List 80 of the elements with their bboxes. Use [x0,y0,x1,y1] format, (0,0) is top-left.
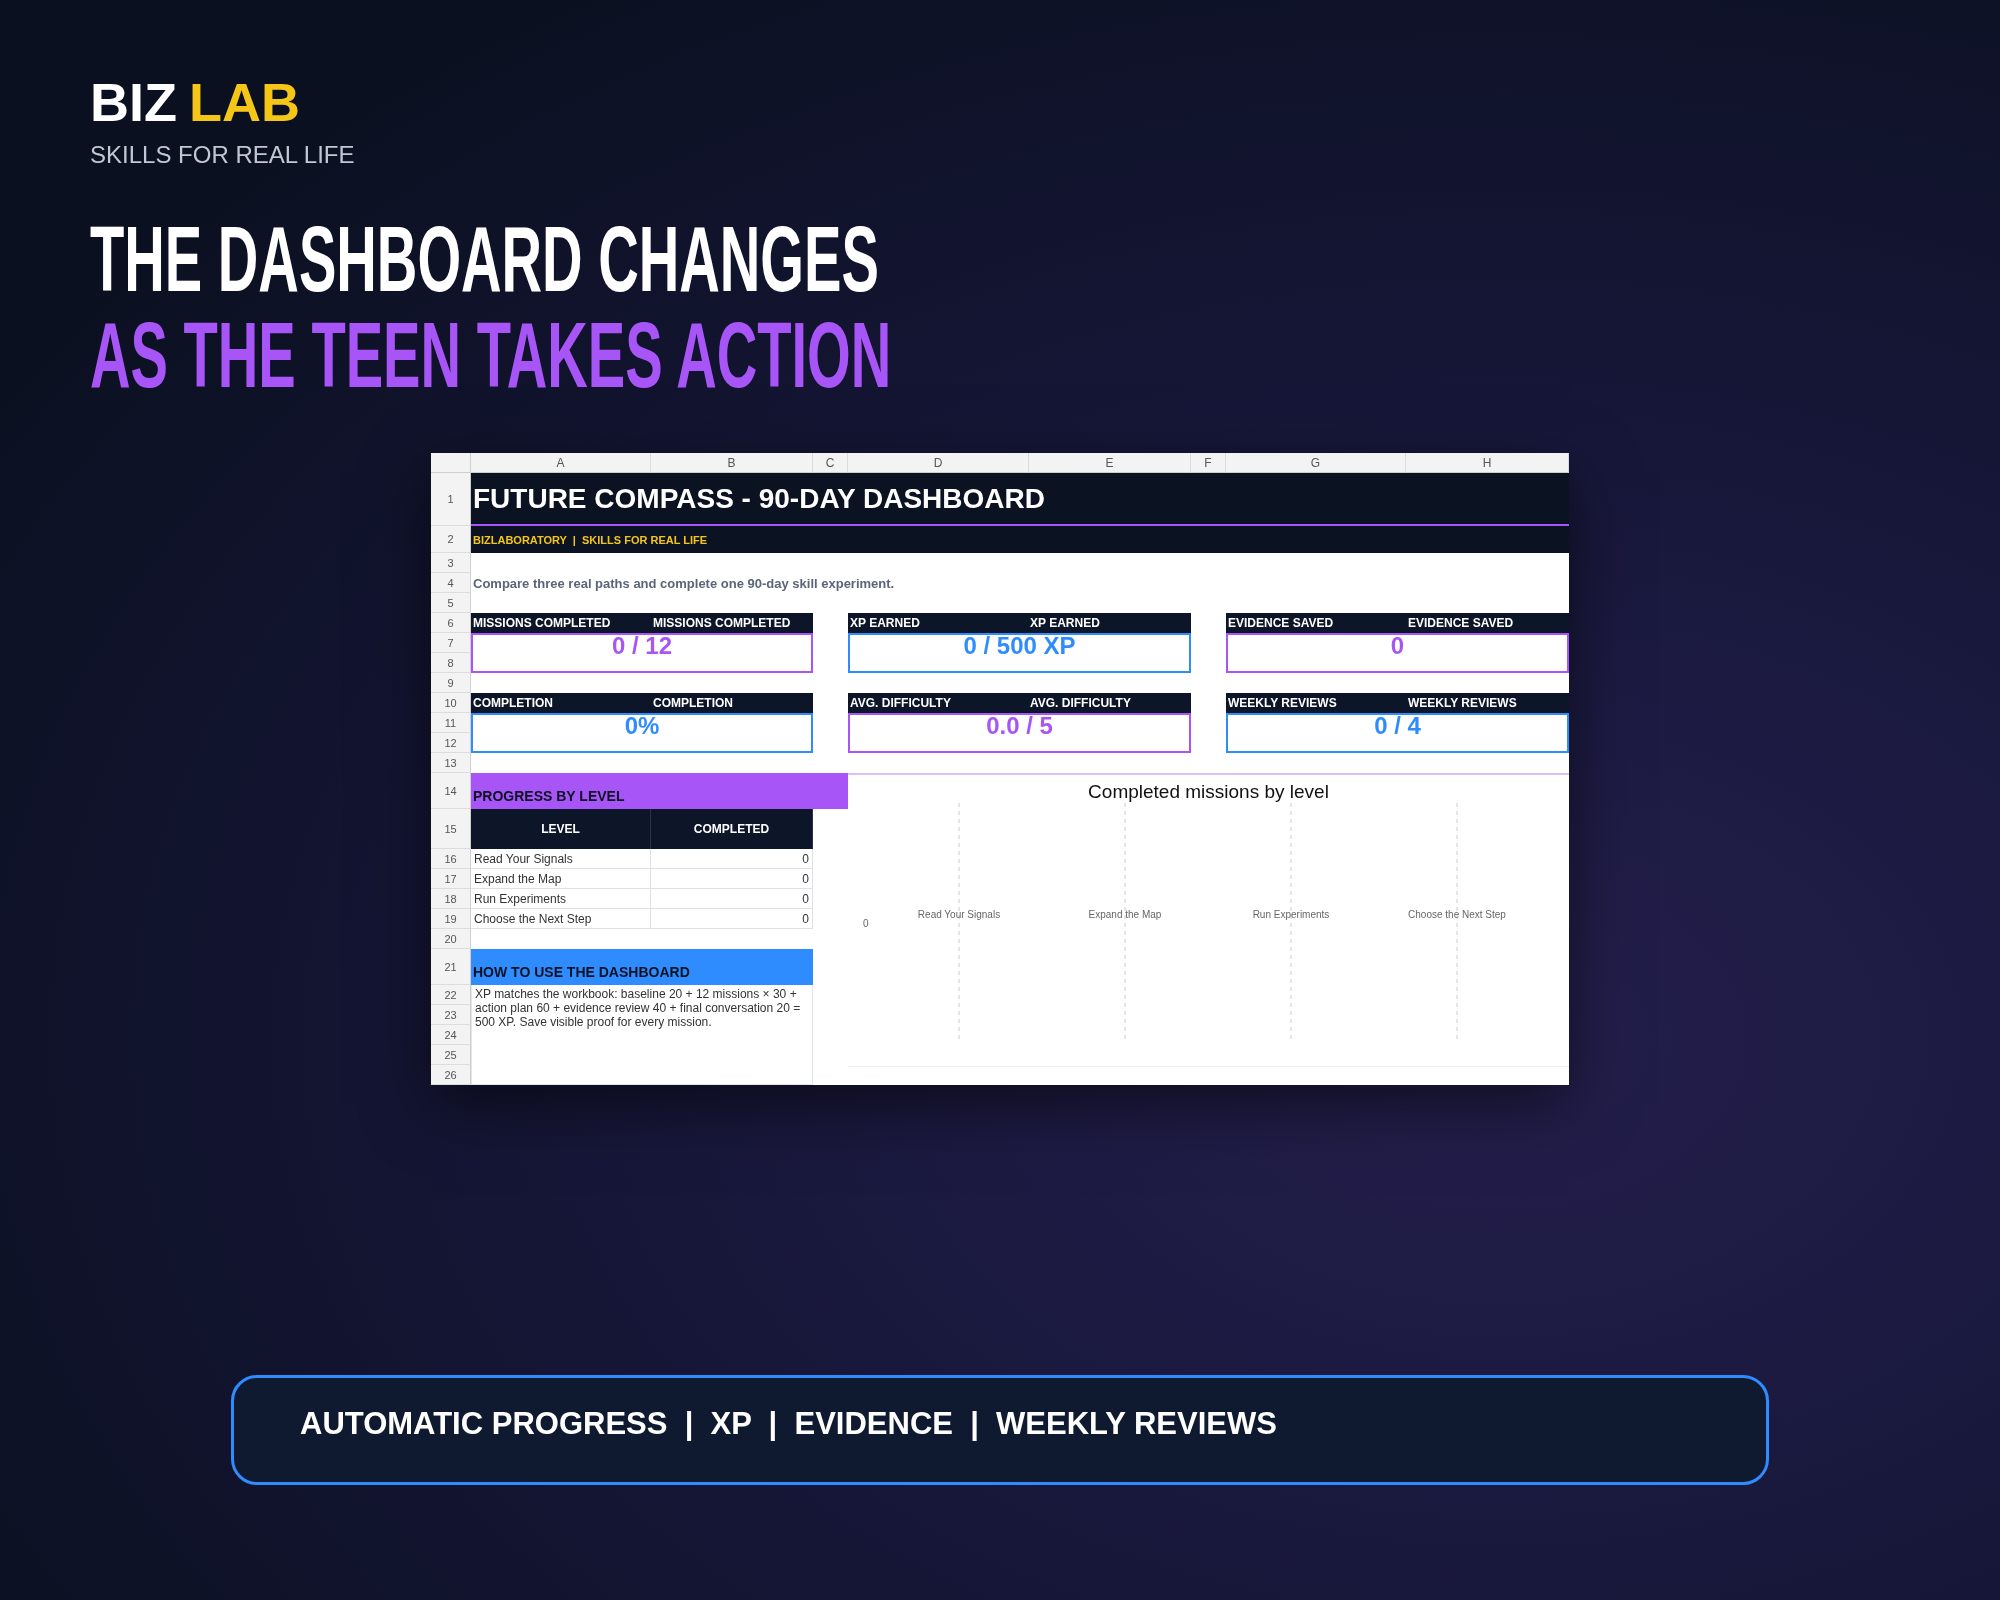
row-number[interactable]: 23 [431,1005,471,1025]
column-header[interactable]: H [1406,453,1569,473]
row-number[interactable]: 4 [431,573,471,593]
row-number[interactable]: 21 [431,949,471,985]
table-cell: Run Experiments [471,889,651,909]
column-header[interactable]: F [1191,453,1226,473]
stat-value: 0% [624,714,660,738]
table-cell: 0 [651,909,813,929]
card-label: COMPLETION [472,696,554,710]
column-header[interactable]: D [848,453,1029,473]
instructions-text: XP matches the workbook: baseline 20 + 12 missions × 30 + action plan 60 + evidence review 40 + final conversation 20 = 500 XP. Save visible proof for every mission. [471,985,813,1085]
row-number[interactable]: 16 [431,849,471,869]
row-number[interactable]: 11 [431,713,471,733]
card-label: MISSIONS COMPLETED [472,616,612,630]
banner-text: AUTOMATIC PROGRESS | XP | EVIDENCE | WEEKLY REVIEWS [300,1406,1277,1442]
row-number[interactable]: 25 [431,1045,471,1065]
card-label: WEEKLY REVIEWS [1227,696,1338,710]
sheet-subtitle: BIZLABORATORY | SKILLS FOR REAL LIFE [473,533,708,546]
row-number[interactable]: 15 [431,809,471,849]
headline: THE DASHBOARD CHANGES [90,213,879,305]
table-header: LEVEL [471,809,651,849]
row-number[interactable]: 13 [431,753,471,773]
table-cell: Expand the Map [471,869,651,889]
table-cell: 0 [651,869,813,889]
axis-tick: 0 [862,918,869,929]
column-header[interactable]: C [813,453,848,473]
card-label: XP EARNED [849,616,921,630]
table-cell: Read Your Signals [471,849,651,869]
category-label: Run Experiments [1252,909,1329,920]
section-title: PROGRESS BY LEVEL [473,788,625,804]
row-number[interactable]: 10 [431,693,471,713]
card-label: AVG. DIFFICULTY [849,696,952,710]
row-number[interactable]: 20 [431,929,471,949]
card-label: WEEKLY REVIEWS [1407,696,1518,710]
column-header[interactable]: A [471,453,651,473]
row-number[interactable]: 17 [431,869,471,889]
table-cell: 0 [651,849,813,869]
card-label: EVIDENCE SAVED [1227,616,1335,630]
row-number[interactable]: 5 [431,593,471,613]
table-cell: 0 [651,889,813,909]
chart-title: Completed missions by level [1088,781,1329,803]
intro-text: Compare three real paths and complete one 90-day skill experiment. [472,574,896,593]
table-header: COMPLETED [651,809,813,849]
card-label: XP EARNED [1029,616,1101,630]
stat-value: 0 / 4 [1374,714,1421,738]
row-number[interactable]: 19 [431,909,471,929]
card-label: COMPLETION [652,696,734,710]
row-number[interactable]: 14 [431,773,471,809]
row-number[interactable]: 7 [431,633,471,653]
column-header[interactable]: E [1029,453,1191,473]
row-number[interactable]: 3 [431,553,471,573]
headline: AS THE TEEN TAKES ACTION [90,309,892,401]
stat-value: 0 [1390,634,1405,658]
stat-value: 0 / 12 [611,634,672,658]
section-title: HOW TO USE THE DASHBOARD [473,964,690,980]
stat-value: 0 / 500 XP [963,634,1076,658]
category-label: Expand the Map [1088,909,1161,920]
row-number[interactable]: 8 [431,653,471,673]
row-number[interactable]: 2 [431,526,471,553]
sheet-title: FUTURE COMPASS - 90-DAY DASHBOARD [473,482,1045,515]
card-label: AVG. DIFFICULTY [1029,696,1132,710]
row-number[interactable]: 6 [431,613,471,633]
row-number[interactable]: 1 [431,473,471,526]
category-label: Read Your Signals [917,909,1000,920]
category-label: Choose the Next Step [1407,909,1506,920]
column-header[interactable]: G [1226,453,1406,473]
card-label: MISSIONS COMPLETED [652,616,792,630]
row-number[interactable]: 9 [431,673,471,693]
stat-value: 0.0 / 5 [986,714,1053,738]
corner-cell[interactable] [431,453,471,473]
logo: BIZ LAB [90,75,301,129]
row-number[interactable]: 18 [431,889,471,909]
column-header[interactable]: B [651,453,813,473]
table-cell: Choose the Next Step [471,909,651,929]
tagline: SKILLS FOR REAL LIFE [90,141,356,169]
row-number[interactable]: 22 [431,985,471,1005]
row-number[interactable]: 26 [431,1065,471,1085]
row-number[interactable]: 12 [431,733,471,753]
row-number[interactable]: 24 [431,1025,471,1045]
card-label: EVIDENCE SAVED [1407,616,1515,630]
